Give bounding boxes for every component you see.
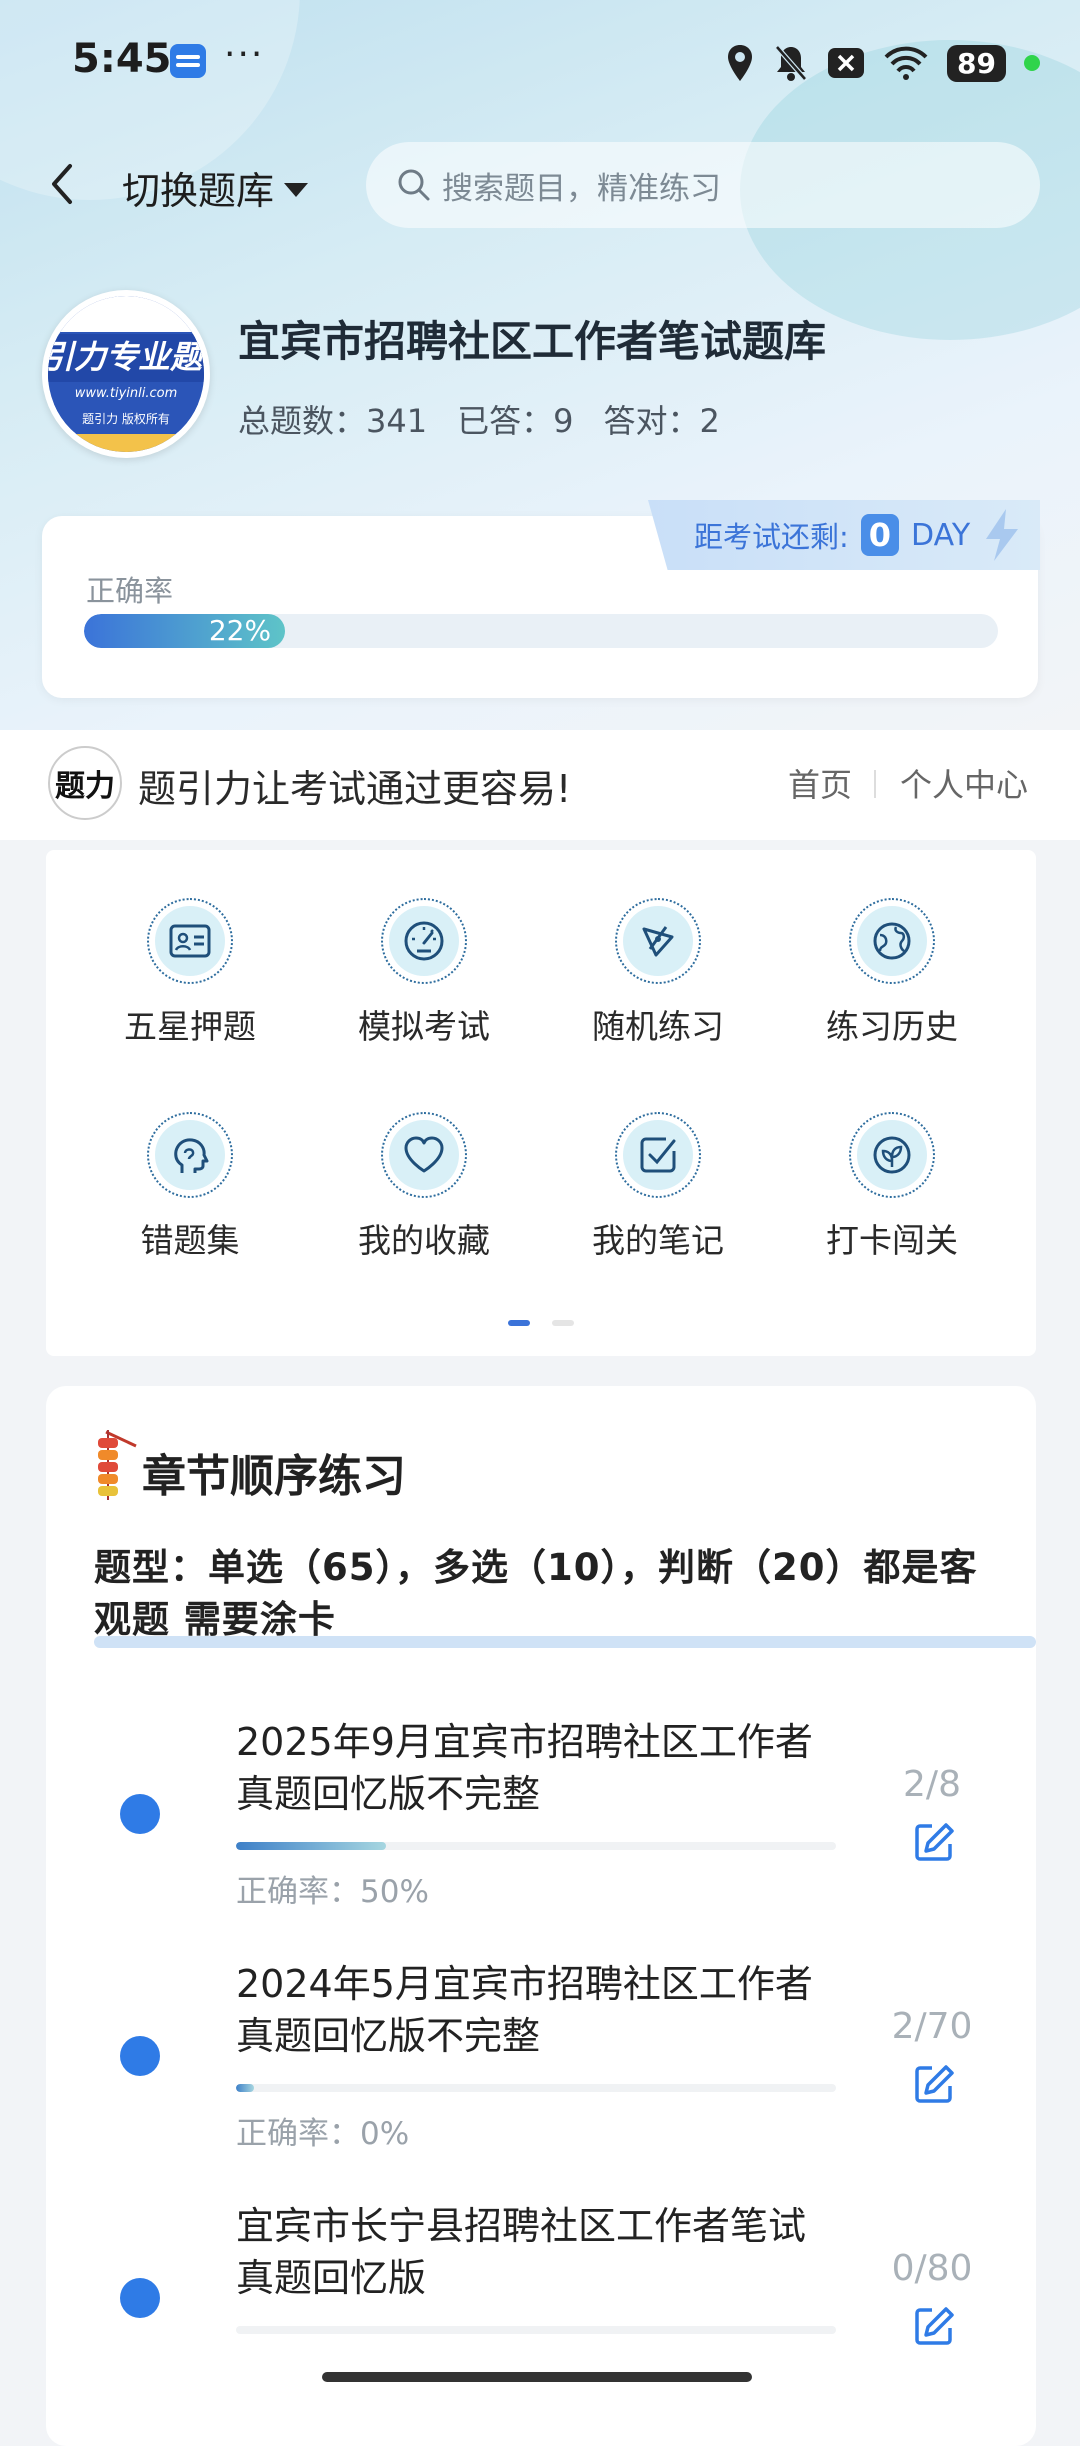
function-label: 我的收藏 [358,1221,490,1260]
brand-logo: 题力 [48,746,122,820]
function-random-practice[interactable]: 随机练习 [558,898,758,1048]
answered-count: 已答：9 [457,402,574,440]
chapter-progress-fill [236,2084,254,2092]
edit-icon[interactable] [912,2062,956,2106]
chapter-accuracy: 正确率：0% [236,2116,410,2152]
function-mock-exam[interactable]: 模拟考试 [324,898,524,1048]
chapter-item-title: 2024年5月宜宾市招聘社区工作者真题回忆版不完整 [236,1962,813,2058]
speedometer-icon [404,921,444,961]
chapter-item-title: 宜宾市长宁县招聘社区工作者笔试真题回忆版 [236,2204,807,2300]
bank-logo: 引力专业题 www.tiyinli.com 题引力 版权所有 [42,290,210,458]
edit-icon[interactable] [912,2304,956,2348]
function-label: 模拟考试 [358,1007,490,1046]
function-favorites[interactable]: 我的收藏 [324,1112,524,1262]
globe-icon [873,922,911,960]
exam-countdown: 距考试还剩: 0 DAY [648,500,1040,570]
function-checkin[interactable]: 打卡闯关 [792,1112,992,1262]
nav-divider [874,770,876,798]
function-grid: 五星押题 模拟考试 随机练习 练习历史 错题集 我的收藏 我的笔记 打卡闯关 [46,850,1036,1356]
chapter-progress-bar [236,2326,836,2334]
firecracker-icon [98,1430,137,1500]
chapter-progress-count: 2/70 [891,2006,973,2047]
accuracy-progress-fill: 22% [84,614,286,648]
bank-stats: 总题数：341 已答：9 答对：2 [238,396,720,442]
leaf-icon [873,1136,911,1174]
page-indicator-active [508,1320,530,1326]
id-card-icon [169,924,211,958]
countdown-days: 0 [860,514,900,556]
status-icons: 89 [725,38,1040,88]
correct-count: 答对：2 [603,402,720,440]
bank-title: 宜宾市招聘社区工作者笔试题库 [238,317,827,366]
function-wrong-questions[interactable]: 错题集 [90,1112,290,1262]
chapter-item[interactable]: 2025年9月宜宾市招聘社区工作者真题回忆版不完整 正确率：50% 2/8 [46,1716,1036,1936]
question-type-note: 题型：单选（65），多选（10），判断（20）都是客观题 需要涂卡 [94,1546,978,1641]
status-time: 5:45 [72,36,172,82]
function-five-star[interactable]: 五星押题 [90,898,290,1048]
close-box-icon [828,48,864,78]
chapter-dot [120,2036,160,2076]
location-icon [728,45,752,81]
lightning-icon [986,509,1019,561]
head-icon [174,1138,209,1173]
function-label: 五星押题 [124,1007,256,1046]
accuracy-label: 正确率 [86,574,174,608]
chapter-progress-bar [236,1842,836,1850]
highlight-underline [94,1636,1036,1648]
home-indicator[interactable] [322,2372,752,2382]
nav-home-link[interactable]: 首页 [788,760,852,806]
switch-bank-button[interactable]: 切换题库 [122,160,309,215]
total-count: 总题数：341 [238,402,428,440]
function-label: 随机练习 [592,1007,724,1046]
shuffle-icon [642,926,674,957]
function-label: 练习历史 [826,1007,958,1046]
back-arrow-icon[interactable] [42,158,86,210]
search-input[interactable]: 搜索题目，精准练习 [366,142,1040,228]
chapter-dot [120,1794,160,1834]
edit-icon[interactable] [912,1820,956,1864]
function-notes[interactable]: 我的笔记 [558,1112,758,1262]
caret-down-icon [284,182,309,197]
chapter-practice-title: 章节顺序练习 [142,1451,406,1502]
app-icon [170,44,206,78]
accuracy-progress-bar: 22% [84,614,998,648]
wifi-icon [884,46,928,80]
chapter-accuracy: 正确率：50% [236,1874,429,1910]
chapter-item-title: 2025年9月宜宾市招聘社区工作者真题回忆版不完整 [236,1720,813,1816]
accuracy-percent: 22% [208,614,272,647]
search-icon [398,169,430,201]
battery-icon: 89 [947,44,1006,82]
mute-icon [775,45,807,81]
chapter-progress-fill [236,1842,386,1850]
heart-icon [404,1136,444,1173]
function-history[interactable]: 练习历史 [792,898,992,1048]
chapter-item[interactable]: 2024年5月宜宾市招聘社区工作者真题回忆版不完整 正确率：0% 2/70 [46,1958,1036,2178]
function-label: 我的笔记 [592,1221,724,1260]
nav-personal-center-link[interactable]: 个人中心 [900,760,1028,806]
slogan-text: 题引力让考试通过更容易! [138,767,572,811]
logo-text: 引力专业题 [48,338,203,376]
chapter-item[interactable]: 宜宾市长宁县招聘社区工作者笔试真题回忆版 0/80 [46,2200,1036,2360]
countdown-unit: DAY [911,517,971,553]
switch-bank-label: 切换题库 [122,169,275,213]
logo-copyright: 题引力 版权所有 [82,412,170,426]
chapter-progress-count: 0/80 [891,2248,973,2289]
chapter-dot [120,2278,160,2318]
function-label: 打卡闯关 [826,1221,958,1260]
page-indicator-inactive [552,1320,574,1326]
privacy-indicator [1023,55,1040,71]
function-label: 错题集 [140,1221,240,1260]
search-placeholder: 搜索题目，精准练习 [442,170,721,207]
chapter-progress-bar [236,2084,836,2092]
countdown-label: 距考试还剩: [694,520,849,554]
checkbox-icon [640,1137,676,1173]
logo-url: www.tiyinli.com [74,386,178,401]
chapter-progress-count: 2/8 [903,1764,961,1805]
more-notifications-icon: ··· [224,34,265,75]
